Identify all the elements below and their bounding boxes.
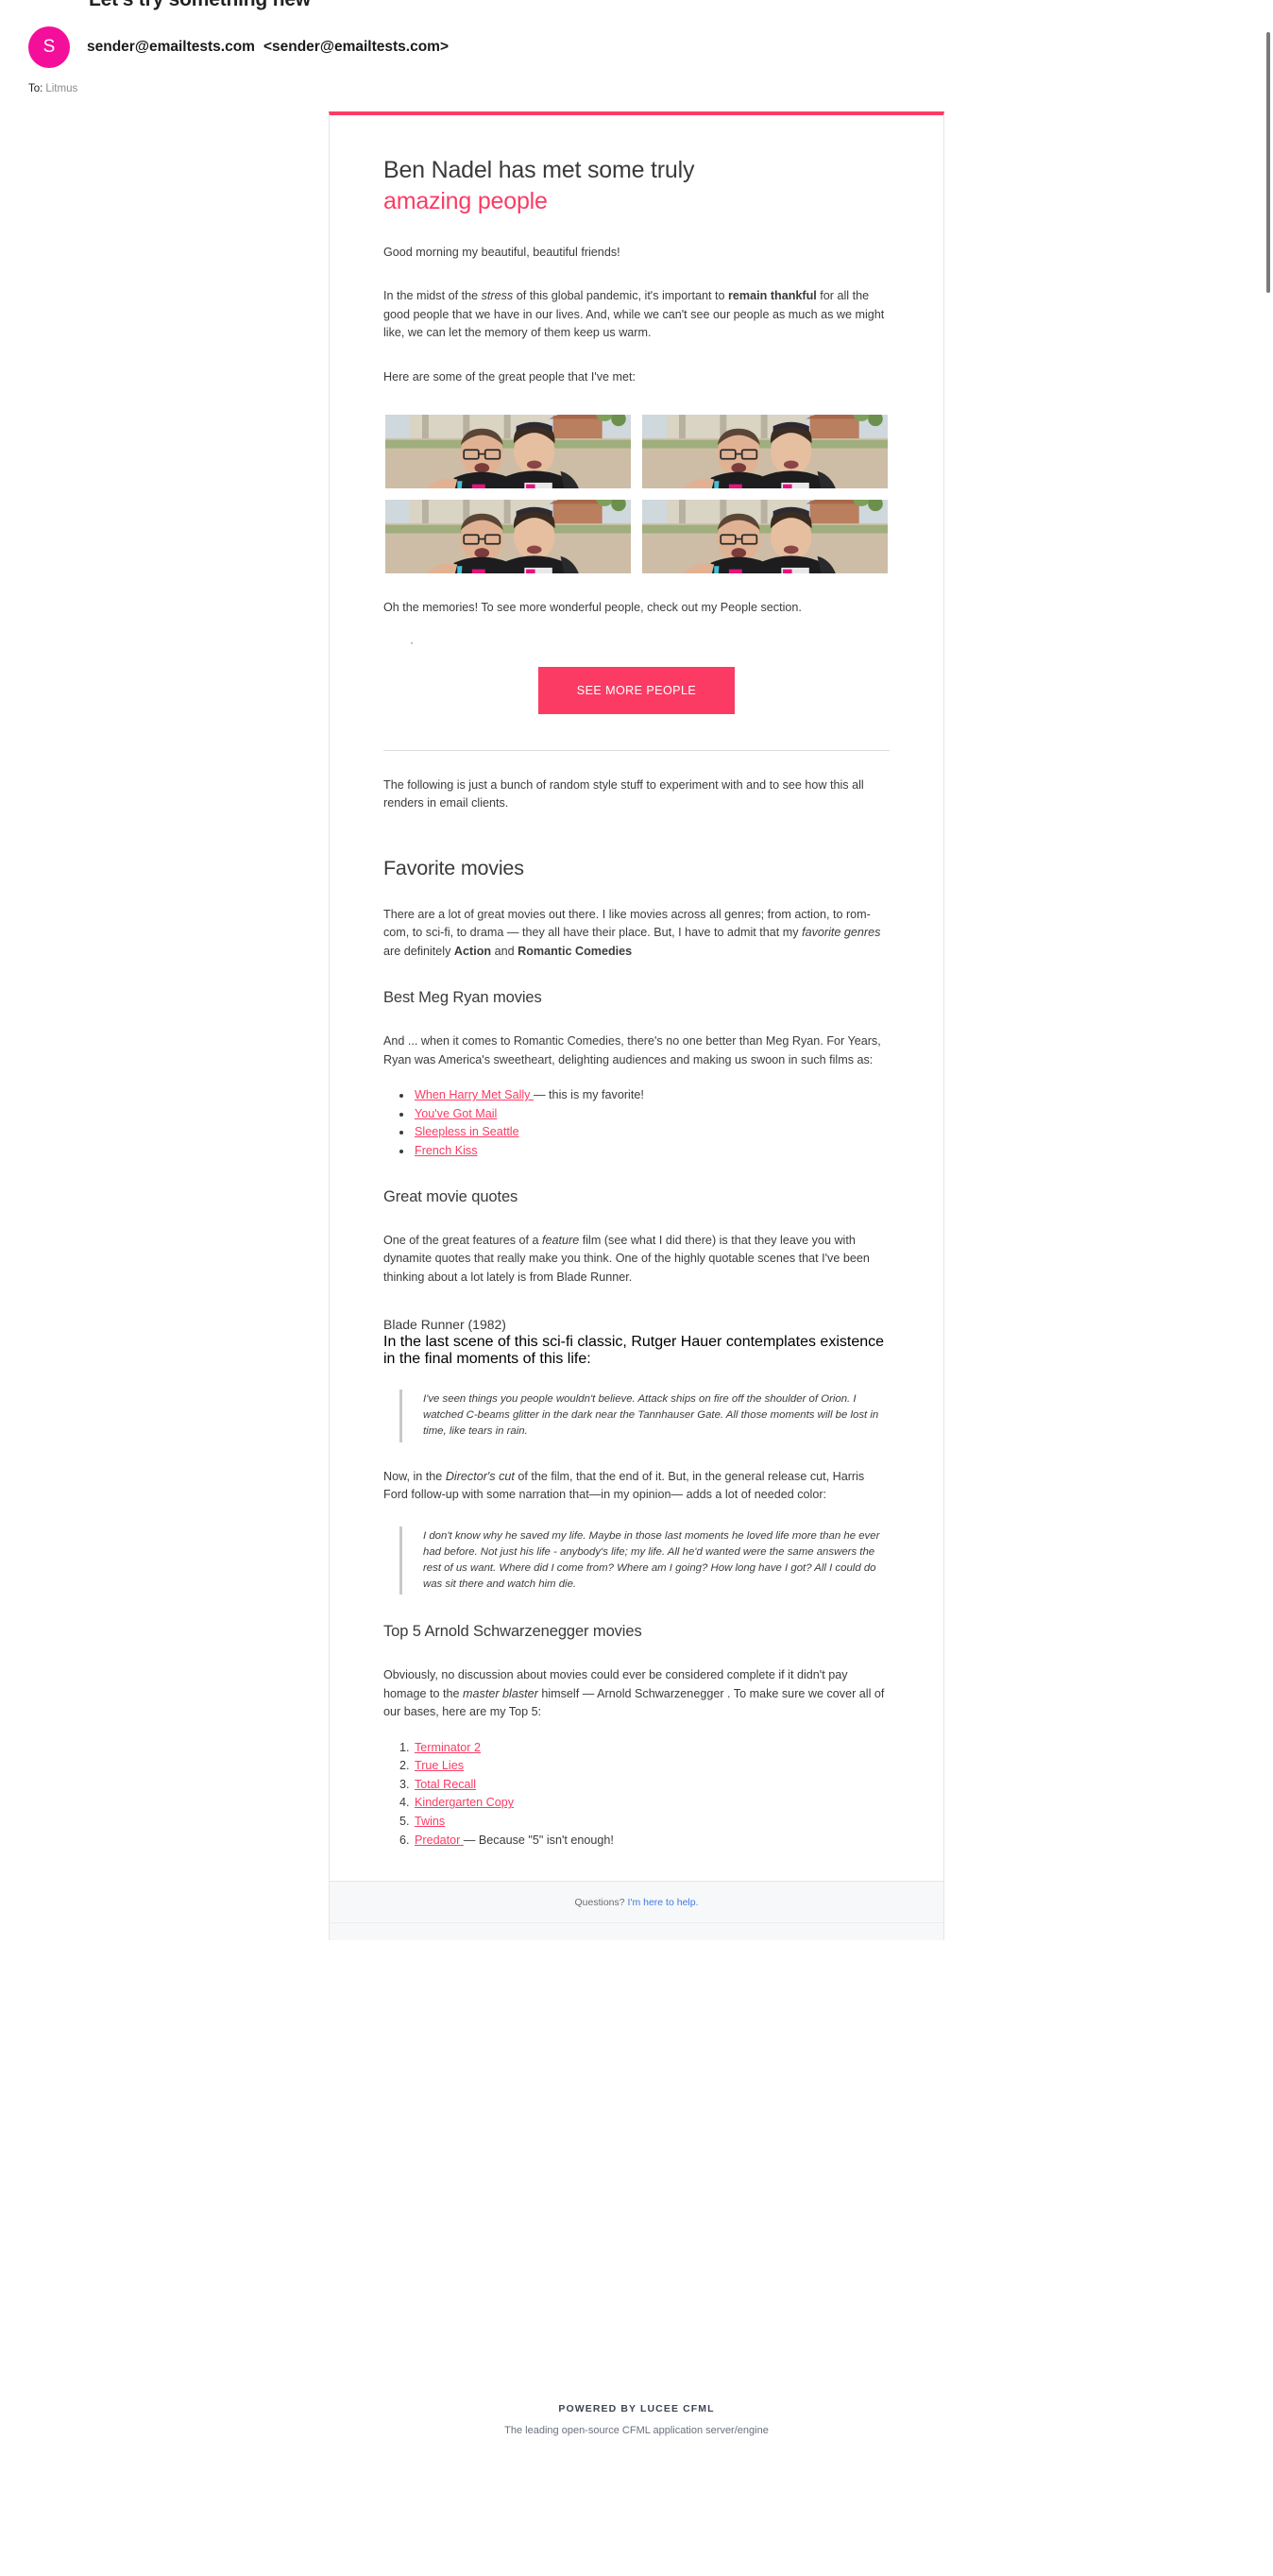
greeting-paragraph: Good morning my beautiful, beautiful fri… [383, 245, 620, 259]
vertical-scrollbar[interactable] [1260, 0, 1273, 2576]
movie-link[interactable]: Terminator 2 [415, 1741, 481, 1754]
intro-part-b: of this global pandemic, it's important … [513, 289, 729, 303]
to-label: To: [28, 83, 43, 94]
arnold-heading: Top 5 Arnold Schwarzenegger movies [383, 1623, 642, 1641]
page-title-line1: Ben Nadel has met some truly [383, 157, 695, 183]
meg-ryan-paragraph: And ... when it comes to Romantic Comedi… [383, 1034, 881, 1066]
page-title: Ben Nadel has met some truly amazing peo… [383, 155, 890, 218]
favorite-movies-heading: Favorite movies [383, 856, 524, 879]
photo-thumbnail[interactable] [642, 415, 888, 489]
great-movie-quotes-heading: Great movie quotes [383, 1187, 518, 1205]
intro-paragraph: In the midst of the stress of this globa… [383, 287, 890, 343]
movie-note: — Because "5" isn't enough! [463, 1833, 614, 1847]
photo-thumbnail[interactable] [385, 415, 631, 489]
directors-cut-a: Now, in the [383, 1469, 446, 1483]
movies-intro-paragraph: There are a lot of great movies out ther… [383, 906, 890, 962]
cta-container: SEE MORE PEOPLE [383, 666, 890, 714]
movie-link[interactable]: When Harry Met Sally [415, 1088, 534, 1101]
meg-ryan-heading: Best Meg Ryan movies [383, 989, 542, 1007]
sender-name: sender@emailtests.com [87, 39, 255, 55]
movie-link[interactable]: French Kiss [415, 1144, 478, 1157]
list-item: Twins [413, 1813, 890, 1831]
help-link[interactable]: I'm here to help. [628, 1897, 699, 1908]
brand-name: POWERED BY LUCEE CFML [558, 2403, 715, 2414]
list-item: Total Recall [413, 1776, 890, 1794]
movies-intro-strong-romcom: Romantic Comedies [518, 944, 633, 958]
list-item: Kindergarten Copy [413, 1794, 890, 1812]
see-more-people-button[interactable]: SEE MORE PEOPLE [537, 666, 736, 714]
footer-spacer [330, 1923, 943, 1941]
photo-image [642, 500, 888, 574]
photo-thumbnail[interactable] [642, 500, 888, 574]
movies-intro-strong-action: Action [453, 944, 492, 958]
movie-link[interactable]: You've Got Mail [415, 1107, 497, 1120]
sender-row: S sender@emailtests.com <sender@emailtest… [28, 26, 449, 68]
photo-image [385, 500, 631, 574]
list-item: When Harry Met Sally — this is my favori… [413, 1086, 890, 1104]
photos-lead-paragraph: Here are some of the great people that I… [383, 369, 636, 384]
scrollbar-thumb[interactable] [1266, 32, 1270, 293]
movie-note: — this is my favorite! [533, 1088, 644, 1102]
arnold-movie-list: Terminator 2 True Lies Total Recall Kind… [383, 1739, 890, 1850]
movies-intro-a: There are a lot of great movies out ther… [383, 907, 871, 940]
sender-address: <sender@emailtests.com> [263, 39, 449, 55]
arnold-intro-paragraph: Obviously, no discussion about movies co… [383, 1666, 890, 1722]
photo-image [642, 415, 888, 489]
photo-grid [383, 415, 890, 574]
memories-paragraph: Oh the memories! To see more wonderful p… [383, 601, 802, 615]
list-item: True Lies [413, 1757, 890, 1775]
list-item: Sleepless in Seattle [413, 1123, 890, 1141]
blade-runner-heading: Blade Runner (1982) [383, 1317, 506, 1333]
movie-link[interactable]: True Lies [415, 1759, 464, 1772]
questions-footer-bar: Questions? I'm here to help. [330, 1881, 943, 1924]
list-item: Predator — Because "5" isn't enough! [413, 1832, 890, 1850]
blade-runner-quote: I've seen things you people wouldn't bel… [399, 1390, 890, 1442]
meg-ryan-movie-list: When Harry Met Sally — this is my favori… [383, 1086, 890, 1160]
movies-intro-em: favorite genres [802, 926, 881, 940]
directors-cut-paragraph: Now, in the Director's cut of the film, … [383, 1468, 890, 1505]
email-body-card: Ben Nadel has met some truly amazing peo… [329, 111, 944, 1941]
recipient-row: To: Litmus [28, 83, 77, 94]
movie-link[interactable]: Total Recall [415, 1778, 476, 1791]
arnold-intro-em: master blaster [463, 1686, 538, 1700]
list-item: French Kiss [413, 1142, 890, 1160]
intro-part-a: In the midst of the [383, 289, 482, 303]
quotes-intro-em: feature [542, 1233, 580, 1247]
questions-label: Questions? [574, 1897, 625, 1909]
list-item: You've Got Mail [413, 1105, 890, 1123]
experiment-note-paragraph: The following is just a bunch of random … [383, 777, 864, 810]
avatar: S [28, 26, 70, 68]
stray-dot: · [410, 635, 414, 649]
brand-footer: POWERED BY LUCEE CFML The leading open-s… [329, 2403, 944, 2436]
email-content: Ben Nadel has met some truly amazing peo… [330, 115, 943, 1849]
movie-link[interactable]: Kindergarten Copy [415, 1796, 514, 1809]
quotes-intro-paragraph: One of the great features of a feature f… [383, 1232, 890, 1288]
email-subject: Let's try something new [89, 0, 311, 11]
movie-link[interactable]: Sleepless in Seattle [415, 1125, 519, 1138]
harrison-ford-quote: I don't know why he saved my life. Maybe… [399, 1526, 890, 1595]
brand-tagline: The leading open-source CFML application… [504, 2425, 769, 2436]
blade-runner-lead: In the last scene of this sci-fi classic… [383, 1334, 885, 1368]
movies-intro-c: and [491, 944, 518, 958]
movies-intro-b: are definitely [383, 944, 454, 958]
sender-line: sender@emailtests.com <sender@emailtests.… [87, 39, 449, 56]
list-item: Terminator 2 [413, 1739, 890, 1757]
movie-link[interactable]: Twins [415, 1815, 445, 1828]
movie-link[interactable]: Predator [415, 1834, 464, 1847]
page-title-line2: amazing people [383, 188, 548, 215]
directors-cut-em: Director's cut [445, 1469, 515, 1483]
to-value: Litmus [45, 83, 78, 94]
photo-image [385, 415, 631, 489]
intro-emphasis: stress [481, 289, 514, 303]
intro-strong: remain thankful [728, 289, 817, 303]
quotes-intro-a: One of the great features of a [383, 1233, 543, 1247]
photo-thumbnail[interactable] [385, 500, 631, 574]
section-divider [383, 749, 890, 751]
